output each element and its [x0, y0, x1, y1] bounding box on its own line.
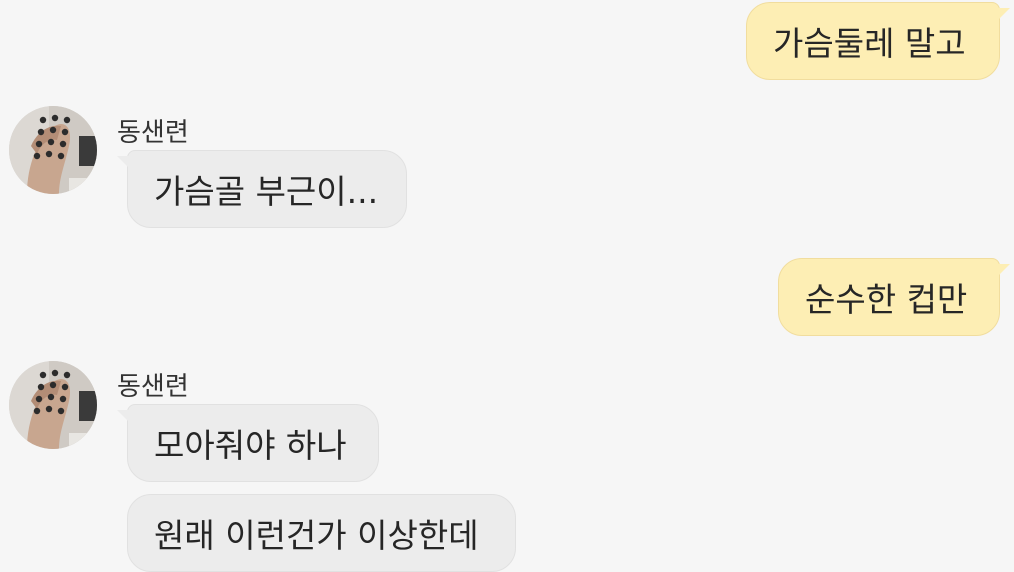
sender-avatar[interactable]	[9, 106, 97, 194]
message-text: 모아줘야 하나	[154, 426, 347, 465]
bubble-tail	[117, 410, 131, 424]
profile-photo-icon	[9, 361, 97, 449]
message-text: 가슴골 부근이...	[154, 172, 379, 211]
message-text: 원래 이런건가 이상한데	[154, 516, 479, 555]
my-message-bubble[interactable]: 순수한 컵만	[778, 258, 1000, 336]
my-message-bubble[interactable]: 가슴둘레 말고	[746, 2, 1000, 80]
sender-avatar[interactable]	[9, 361, 97, 449]
bubble-tail	[117, 156, 131, 170]
profile-photo-icon	[9, 106, 97, 194]
message-text: 가슴둘레 말고	[773, 24, 966, 63]
sender-name: 동샌련	[117, 372, 189, 402]
bubble-tail	[996, 8, 1010, 22]
chat-view: 가슴둘레 말고 동샌련 가슴골 부근이... 순수한 컵만 동샌련 모아줘야 하…	[0, 0, 1014, 572]
their-message-bubble[interactable]: 가슴골 부근이...	[127, 150, 407, 228]
their-message-bubble[interactable]: 모아줘야 하나	[127, 404, 379, 482]
sender-name: 동샌련	[117, 118, 189, 148]
their-message-bubble[interactable]: 원래 이런건가 이상한데	[127, 494, 516, 572]
message-text: 순수한 컵만	[805, 280, 968, 319]
bubble-tail	[996, 264, 1010, 278]
